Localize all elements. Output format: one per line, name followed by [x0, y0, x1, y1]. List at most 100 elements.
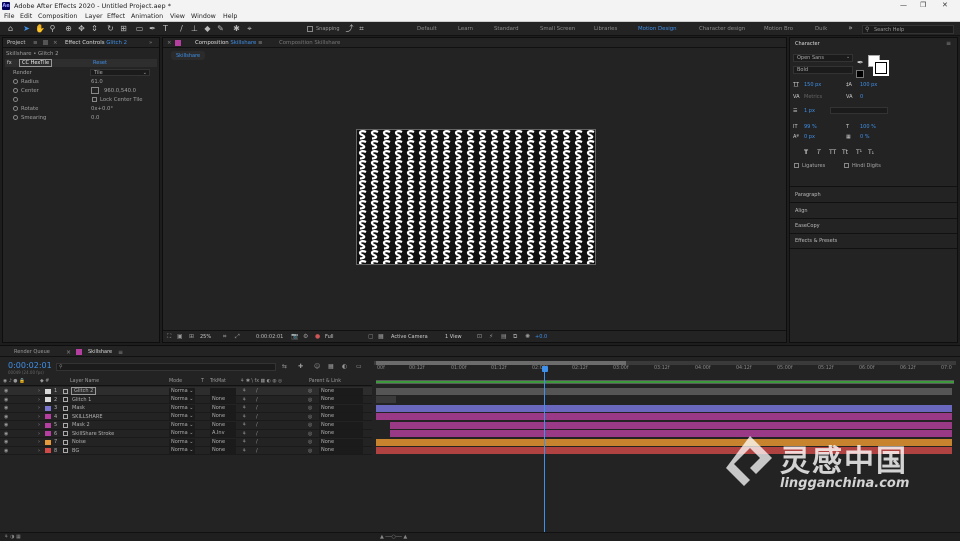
- label-color[interactable]: [45, 448, 51, 453]
- menu-window[interactable]: Window: [191, 13, 216, 20]
- ligatures-checkbox[interactable]: [794, 163, 799, 168]
- parent-dropdown[interactable]: None: [319, 396, 363, 403]
- timeline-icon[interactable]: ▤: [501, 333, 507, 340]
- section-easecopy[interactable]: EaseCopy: [795, 223, 820, 229]
- workspace-default[interactable]: Default: [417, 26, 437, 32]
- work-area-range[interactable]: [376, 380, 954, 384]
- parent-dropdown[interactable]: None: [319, 421, 363, 429]
- panel-menu-icon[interactable]: ≡: [258, 40, 263, 46]
- trkmat-dropdown[interactable]: None: [210, 438, 236, 446]
- layer-name[interactable]: Mask 2: [72, 422, 90, 428]
- quality-icon[interactable]: /: [256, 405, 258, 411]
- workspace-learn[interactable]: Learn: [458, 26, 473, 32]
- rotate-value[interactable]: 0x+0.0°: [91, 106, 113, 112]
- layer-name[interactable]: Noise: [72, 439, 86, 445]
- tab-composition[interactable]: Composition Skillshare: [195, 40, 256, 46]
- workspace-small-screen[interactable]: Small Screen: [540, 26, 575, 32]
- menu-help[interactable]: Help: [223, 13, 237, 20]
- show-snapshot-icon[interactable]: ⚙: [303, 333, 308, 340]
- black-swatch[interactable]: [856, 70, 864, 78]
- timeline-timecode[interactable]: 0:00:02:01: [8, 361, 52, 370]
- brush-tool-icon[interactable]: /: [177, 24, 186, 33]
- snap-options-icon[interactable]: ⤴: [345, 24, 354, 33]
- dolly-tool-icon[interactable]: ⇕: [90, 24, 99, 33]
- viewer-timecode[interactable]: 0:00:02:01: [256, 334, 283, 340]
- eyedropper-icon[interactable]: ✒: [857, 58, 864, 67]
- label-color[interactable]: [45, 405, 51, 411]
- quality-icon[interactable]: /: [256, 414, 258, 420]
- menu-animation[interactable]: Animation: [131, 13, 163, 20]
- puppet-tool-icon[interactable]: ✱: [232, 24, 241, 33]
- pickwhip-icon[interactable]: ◎: [308, 397, 312, 403]
- transparency-grid-icon[interactable]: ▦: [378, 333, 384, 340]
- label-color[interactable]: [45, 439, 51, 445]
- tab-project[interactable]: Project: [7, 40, 25, 46]
- shy-layers-icon[interactable]: ☺: [314, 363, 320, 370]
- layer-row[interactable]: ◉ › 8 BG Norma ⌄ None ⚘ / ◎ None: [0, 447, 372, 455]
- trkmat-dropdown[interactable]: [210, 387, 236, 395]
- snapshot-icon[interactable]: 📷: [291, 333, 298, 340]
- layer-row[interactable]: ◉ › 1 Glitch 2 Norma ⌄ ⚘ / ◎ None: [0, 387, 372, 396]
- menu-edit[interactable]: Edit: [20, 13, 32, 20]
- pan-behind-icon[interactable]: ⊞: [119, 24, 128, 33]
- section-paragraph[interactable]: Paragraph: [795, 192, 821, 198]
- quality-icon[interactable]: /: [256, 422, 258, 428]
- layout-icon[interactable]: ⊡: [477, 333, 482, 340]
- quality-icon[interactable]: /: [256, 397, 258, 403]
- mode-dropdown[interactable]: Norma ⌄: [169, 421, 195, 429]
- hand-tool-icon[interactable]: ✋: [35, 24, 45, 33]
- faux-bold-button[interactable]: T: [804, 149, 808, 156]
- small-caps-button[interactable]: Tt: [842, 149, 848, 156]
- shy-icon[interactable]: ⚘: [242, 405, 246, 411]
- leading-value[interactable]: 100 px: [860, 82, 877, 88]
- toggle-mask-icon[interactable]: ▣: [177, 333, 183, 340]
- label-color[interactable]: [45, 422, 51, 428]
- layer-name[interactable]: Glitch 1: [72, 397, 91, 403]
- trkmat-header[interactable]: TrkMat: [210, 379, 226, 384]
- playhead-handle[interactable]: [542, 366, 548, 372]
- show-channel-icon[interactable]: ●: [315, 333, 320, 340]
- stroke-color-swatch[interactable]: [873, 60, 889, 76]
- pickwhip-icon[interactable]: ◎: [308, 448, 312, 454]
- parent-dropdown[interactable]: None: [319, 447, 363, 454]
- type-tool-icon[interactable]: T: [161, 24, 170, 33]
- graph-editor-icon[interactable]: ▭: [356, 363, 362, 370]
- region-icon[interactable]: ⛶: [167, 333, 171, 341]
- parent-dropdown[interactable]: None: [319, 438, 363, 446]
- trkmat-dropdown[interactable]: A.Inv: [210, 430, 236, 437]
- views-dropdown[interactable]: 1 View: [445, 334, 462, 340]
- home-icon[interactable]: ⌂: [6, 24, 15, 33]
- label-color[interactable]: [45, 388, 51, 394]
- font-style-dropdown[interactable]: Bold: [793, 66, 853, 74]
- smearing-value[interactable]: 0.0: [91, 115, 99, 121]
- panel-menu-icon[interactable]: ≡: [118, 349, 123, 356]
- twirl-icon[interactable]: ›: [38, 414, 40, 420]
- mode-dropdown[interactable]: Norma ⌄: [169, 404, 195, 412]
- eye-icon[interactable]: ◉: [4, 405, 8, 411]
- pickwhip-icon[interactable]: ◎: [308, 388, 312, 394]
- close-tab-icon[interactable]: ×: [66, 349, 71, 356]
- selection-tool-icon[interactable]: ➤: [22, 24, 31, 33]
- parent-dropdown[interactable]: None: [319, 413, 363, 420]
- frame-blending-icon[interactable]: ▦: [328, 363, 334, 370]
- layer-name[interactable]: BG: [72, 448, 79, 454]
- twirl-icon[interactable]: ›: [38, 431, 40, 437]
- close-icon[interactable]: ✕: [942, 1, 948, 9]
- eye-icon[interactable]: ◉: [4, 397, 8, 403]
- trkmat-dropdown[interactable]: None: [210, 447, 236, 454]
- trkmat-dropdown[interactable]: None: [210, 396, 236, 403]
- region-of-interest-icon[interactable]: ▢: [368, 333, 374, 340]
- workspace-motion-bro[interactable]: Motion Bro: [764, 26, 793, 32]
- tab-timeline-skillshare[interactable]: Skillshare: [88, 349, 112, 355]
- eraser-tool-icon[interactable]: ◆: [203, 24, 212, 33]
- trkmat-dropdown[interactable]: None: [210, 404, 236, 412]
- kerning-value[interactable]: Metrics: [804, 94, 822, 100]
- draft-3d-icon[interactable]: ✚: [298, 363, 303, 370]
- minimize-icon[interactable]: —: [900, 1, 907, 9]
- effect-name[interactable]: CC HexTile: [19, 59, 53, 67]
- workspace-character-design[interactable]: Character design: [699, 26, 745, 32]
- lock-center-checkbox[interactable]: [92, 97, 97, 102]
- section-align[interactable]: Align: [795, 208, 808, 214]
- grid-icon[interactable]: ⌗: [223, 333, 226, 341]
- comp-mini-flowchart-icon[interactable]: ⇆: [282, 363, 287, 370]
